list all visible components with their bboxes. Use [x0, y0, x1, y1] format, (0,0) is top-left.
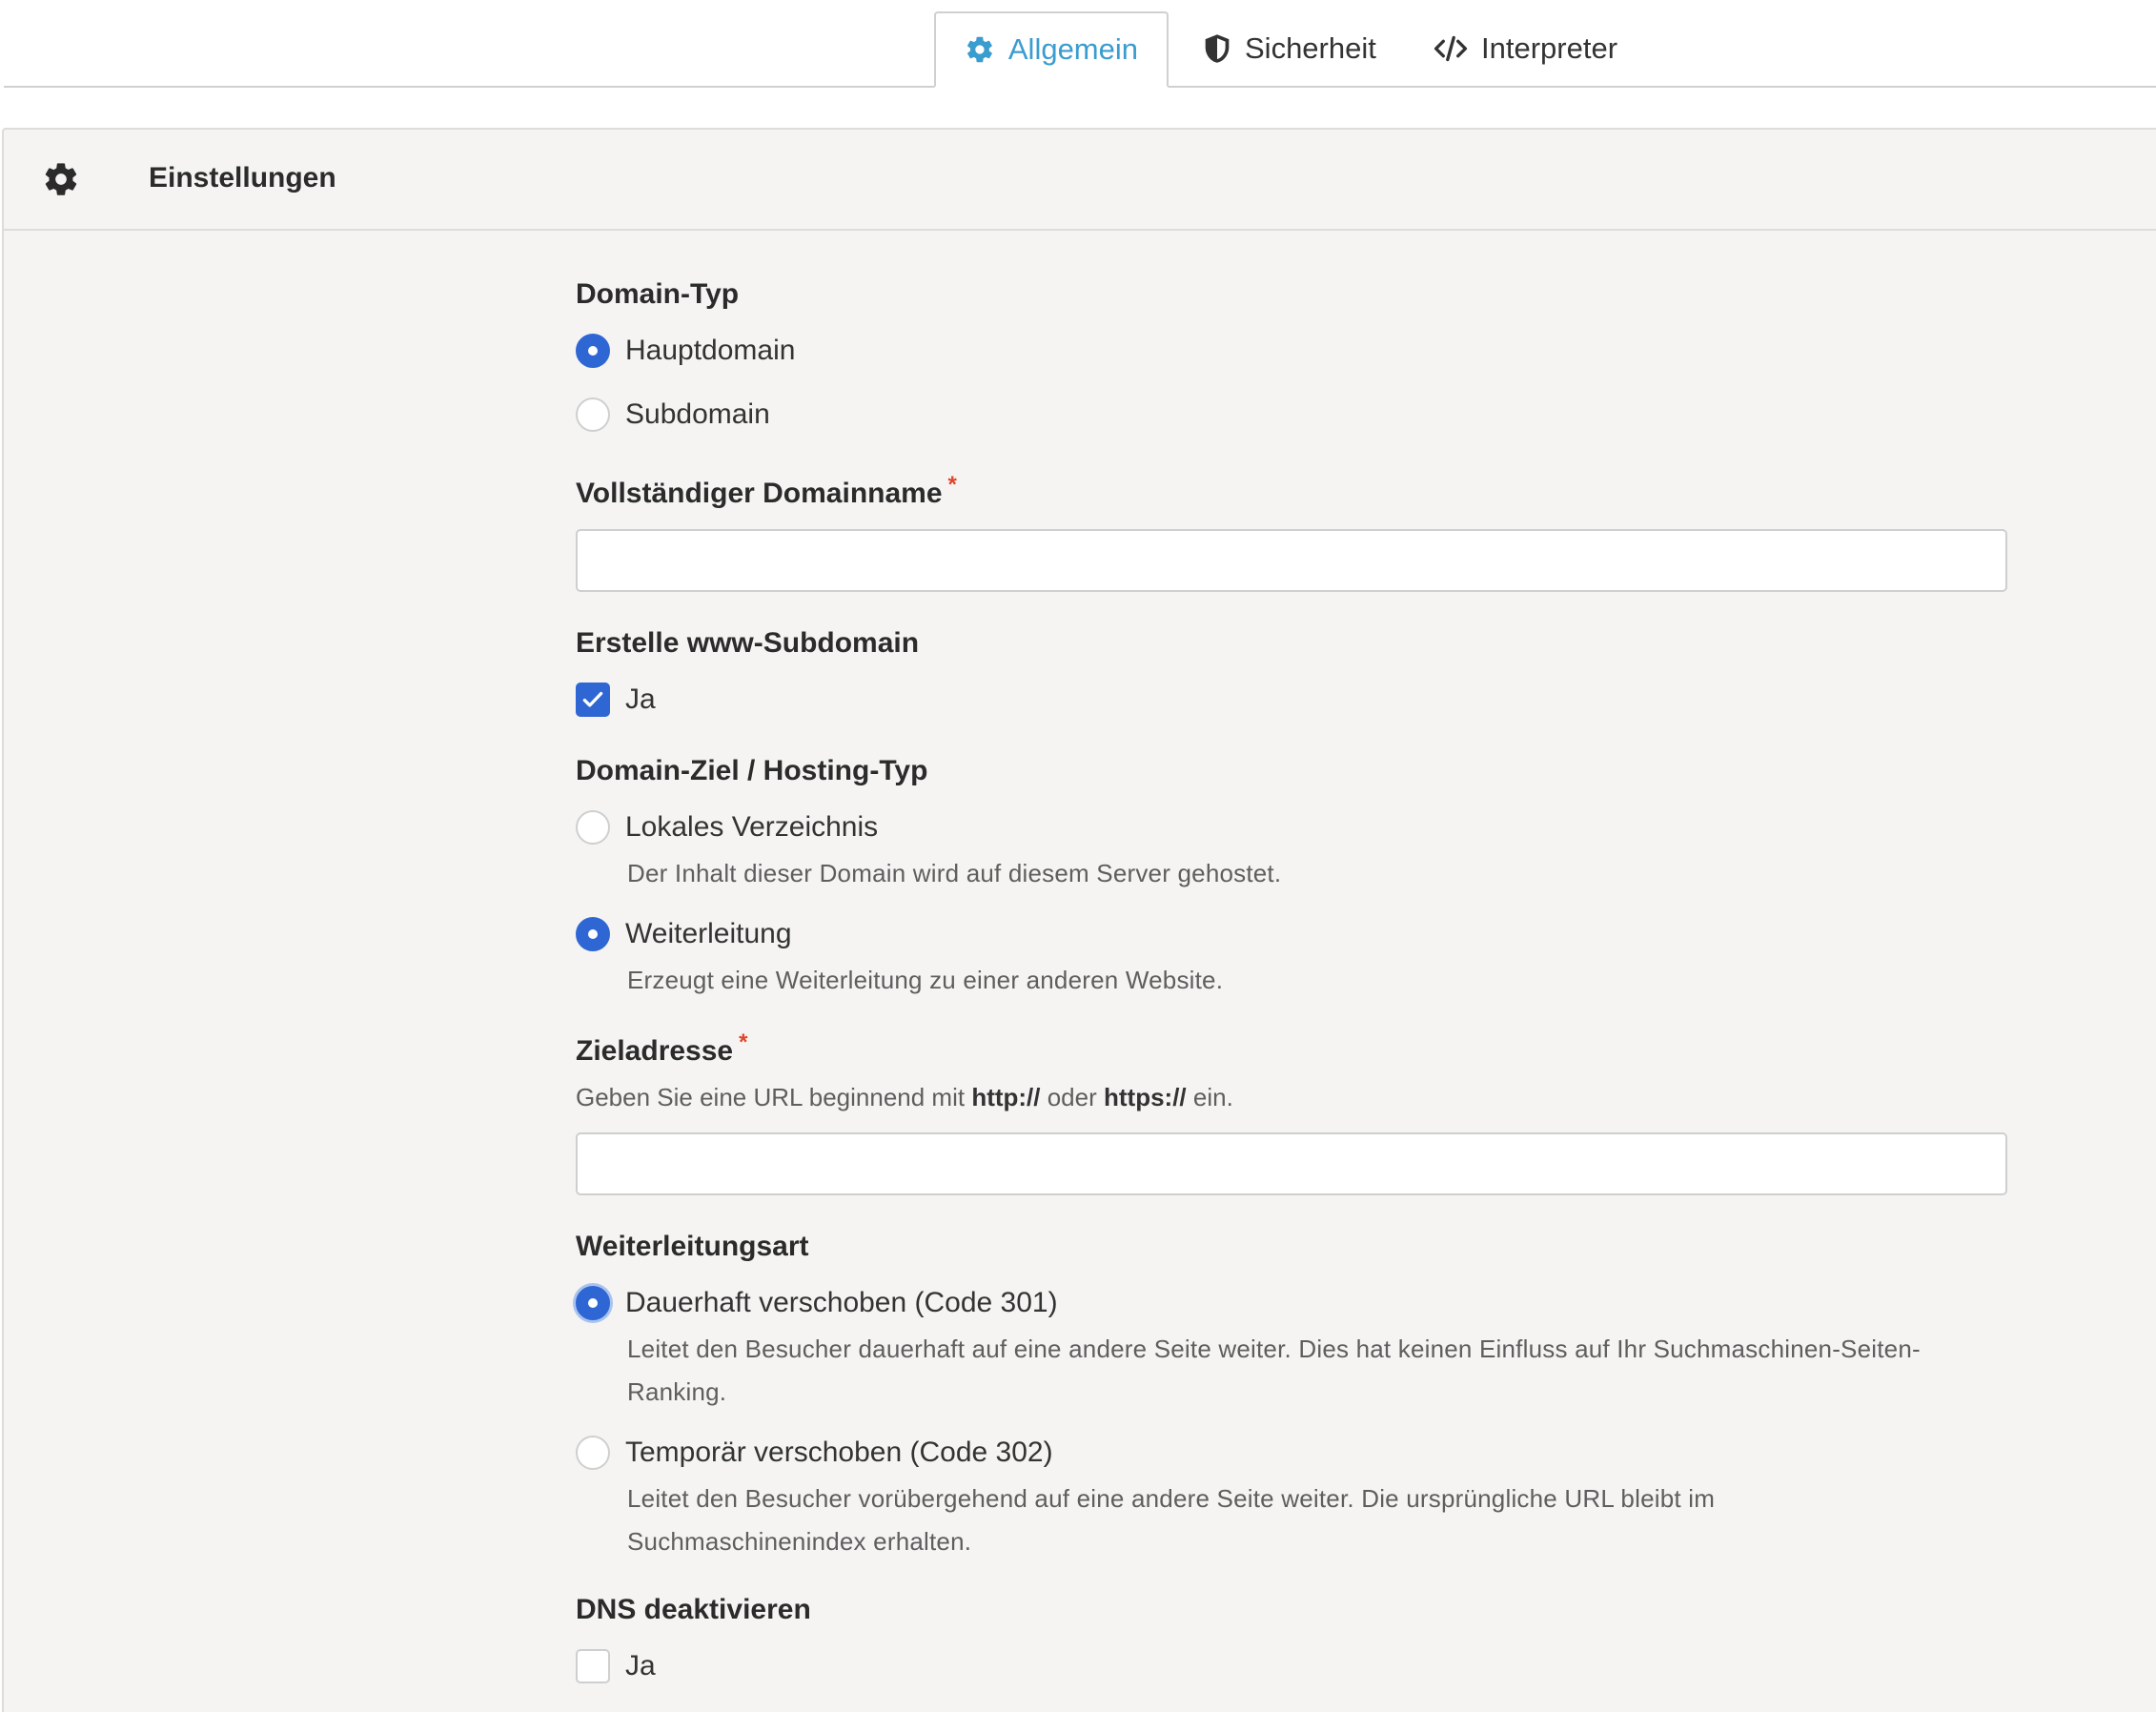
hint-https: https:// [1104, 1083, 1187, 1111]
hint-http: http:// [971, 1083, 1041, 1111]
shield-icon [1205, 34, 1230, 63]
tab-label: Allgemein [1007, 32, 1138, 66]
code-icon [1434, 35, 1468, 62]
radio-button[interactable] [576, 334, 610, 368]
panel-header: Einstellungen [4, 130, 2156, 231]
target-address-hint: Geben Sie eine URL beginnend mit http://… [576, 1083, 1233, 1112]
gear-icon [967, 36, 992, 63]
radio-lokales-verzeichnis[interactable]: Lokales Verzeichnis [576, 810, 878, 845]
required-marker: * [739, 1029, 748, 1055]
option-description: Erzeugt eine Weiterleitung zu einer ande… [627, 966, 1224, 994]
fqdn-input[interactable] [576, 529, 2007, 592]
tab-label: Sicherheit [1245, 31, 1376, 65]
tab-interpreter[interactable]: Interpreter [1405, 11, 1646, 86]
checkbox[interactable] [576, 683, 610, 717]
radio-button[interactable] [576, 810, 610, 845]
target-address-input[interactable] [576, 1132, 2007, 1195]
hint-text: Geben Sie eine URL beginnend mit [576, 1083, 972, 1111]
option-description: Leitet den Besucher dauerhaft auf eine a… [627, 1335, 1921, 1406]
option-label: Weiterleitung [625, 918, 792, 949]
option-label: Lokales Verzeichnis [625, 811, 879, 843]
dns-disable-label: DNS deaktivieren [576, 1594, 811, 1625]
panel-title: Einstellungen [149, 162, 336, 194]
dns-disable-checkbox[interactable]: Ja [576, 1649, 656, 1683]
checkbox[interactable] [576, 1649, 610, 1683]
option-label: Subdomain [625, 398, 770, 430]
domain-target-label: Domain-Ziel / Hosting-Typ [576, 755, 928, 786]
tab-label: Interpreter [1481, 31, 1618, 65]
radio-code-302[interactable]: Temporär verschoben (Code 302) [576, 1436, 1053, 1470]
radio-button[interactable] [576, 917, 610, 951]
target-address-label: Zieladresse * [576, 1029, 747, 1068]
tab-bar: Allgemein Sicherheit Interpreter [4, 0, 2156, 88]
option-label: Hauptdomain [625, 335, 796, 366]
hint-text: oder [1040, 1083, 1104, 1111]
option-label: Ja [625, 683, 656, 715]
fqdn-label: Vollständiger Domainname * [576, 472, 957, 510]
hint-text: ein. [1186, 1083, 1233, 1111]
option-label: Temporär verschoben (Code 302) [625, 1437, 1053, 1468]
radio-weiterleitung[interactable]: Weiterleitung [576, 917, 792, 951]
radio-hauptdomain[interactable]: Hauptdomain [576, 334, 795, 368]
www-subdomain-label: Erstelle www-Subdomain [576, 627, 920, 659]
radio-button[interactable] [576, 397, 610, 432]
tab-sicherheit[interactable]: Sicherheit [1174, 11, 1405, 86]
gear-icon [45, 163, 77, 195]
redirect-type-label: Weiterleitungsart [576, 1231, 809, 1262]
required-marker: * [947, 472, 957, 498]
fqdn-label-text: Vollständiger Domainname [576, 478, 943, 509]
radio-button[interactable] [576, 1286, 610, 1320]
settings-panel: Einstellungen Domain-Typ Hauptdomain Sub… [2, 128, 2156, 1712]
radio-subdomain[interactable]: Subdomain [576, 397, 770, 432]
option-label: Dauerhaft verschoben (Code 301) [625, 1287, 1058, 1318]
checkmark-icon [582, 691, 603, 707]
radio-code-301[interactable]: Dauerhaft verschoben (Code 301) [576, 1286, 1058, 1320]
radio-button[interactable] [576, 1436, 610, 1470]
option-label: Ja [625, 1650, 656, 1681]
tab-allgemein[interactable]: Allgemein [934, 11, 1169, 88]
option-description: Leitet den Besucher vorübergehend auf ei… [627, 1484, 1716, 1556]
domain-type-label: Domain-Typ [576, 278, 740, 310]
option-description: Der Inhalt dieser Domain wird auf diesem… [627, 859, 1282, 887]
target-address-label-text: Zieladresse [576, 1035, 734, 1067]
www-subdomain-checkbox[interactable]: Ja [576, 683, 656, 717]
